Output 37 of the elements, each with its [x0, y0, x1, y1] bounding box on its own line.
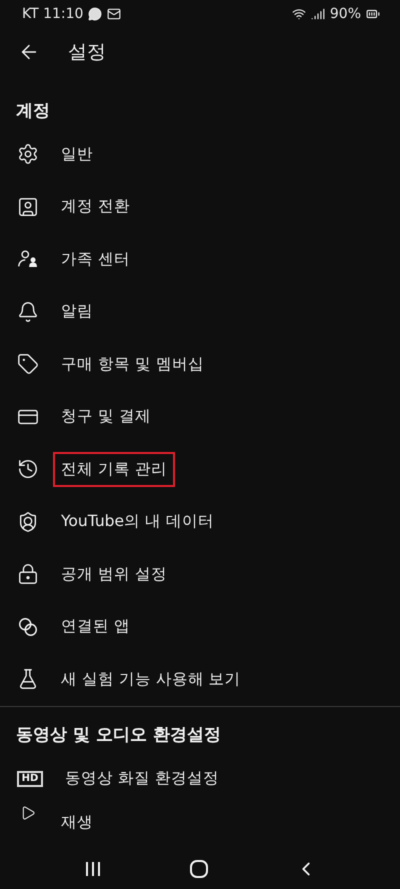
battery-icon [366, 7, 380, 21]
settings-item[interactable]: 새 실험 기능 사용해 보기 [53, 662, 249, 697]
settings-icon [17, 143, 39, 166]
mail-icon [107, 7, 122, 21]
settings-item[interactable]: 알림 [53, 294, 101, 330]
chat-icon [88, 7, 102, 21]
settings-item[interactable]: 전체 기록 관리 [53, 452, 175, 487]
settings-item[interactable]: 계정 전환 [53, 189, 138, 224]
tag-icon [17, 353, 39, 376]
settings-item[interactable]: 일반 [53, 136, 101, 172]
signal-icon [310, 7, 325, 21]
wifi-icon [292, 7, 306, 21]
hd-icon: HD [17, 770, 43, 787]
person-square-icon [17, 196, 39, 218]
recent-apps-icon [83, 860, 103, 878]
settings-item[interactable]: YouTube의 내 데이터 [53, 504, 222, 540]
linked-circles-icon [17, 616, 39, 638]
settings-item[interactable]: 동영상 화질 환경설정 [57, 761, 227, 796]
bell-icon [17, 300, 39, 323]
shield-person-icon [17, 510, 39, 533]
section-title: 계정 [16, 100, 51, 122]
home-button[interactable] [187, 857, 211, 881]
home-icon [189, 859, 209, 879]
settings-item[interactable]: 가족 센터 [53, 242, 138, 277]
settings-item[interactable]: 구매 항목 및 멤버십 [53, 346, 212, 382]
settings-item[interactable]: 연결된 앱 [53, 609, 138, 644]
page-title: 설정 [68, 40, 106, 65]
play-icon [20, 805, 36, 821]
settings-item[interactable]: 청구 및 결제 [53, 399, 159, 434]
settings-item[interactable]: 재생 [53, 805, 101, 840]
battery-level: 90% [330, 6, 361, 22]
settings-item[interactable]: 공개 범위 설정 [53, 556, 175, 592]
status-time: KT 11:10 [22, 6, 84, 22]
lock-icon [17, 563, 39, 586]
flask-icon [17, 668, 39, 690]
section-title: 동영상 및 오디오 환경설정 [16, 724, 222, 747]
history-icon [17, 458, 39, 480]
